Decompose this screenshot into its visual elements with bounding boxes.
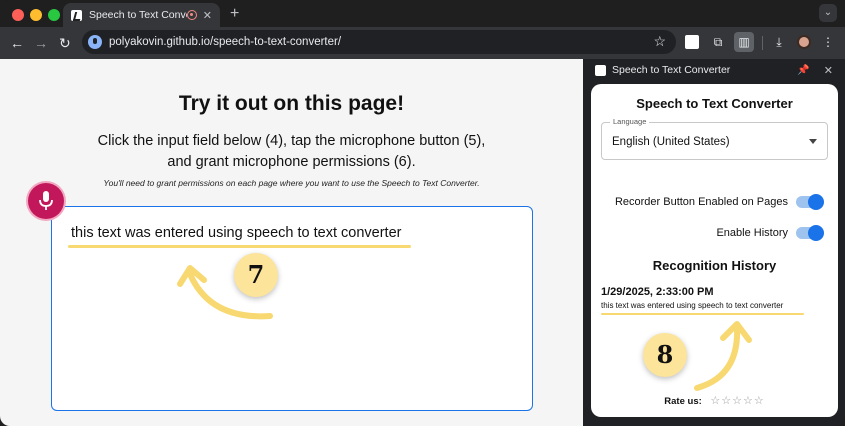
step-badge-7: 7 — [234, 253, 278, 297]
history-entry-time: 1/29/2025, 2:33:00 PM — [601, 286, 714, 298]
back-arrow-icon[interactable]: ← — [10, 34, 24, 52]
recorder-label: Recorder Button Enabled on Pages — [614, 196, 788, 208]
side-panel-header: Speech to Text Converter 📌 ✕ — [583, 59, 845, 81]
extension-card: Speech to Text Converter Language Englis… — [591, 84, 838, 417]
download-icon[interactable]: ⤓ — [772, 35, 786, 49]
browser-window: Speech to Text Converter ✕ + ⌄ ← → ↻ pol… — [0, 0, 845, 426]
tab-strip: Speech to Text Converter ✕ + ⌄ — [0, 0, 845, 27]
minimize-window-button[interactable] — [30, 9, 42, 21]
input-text: this text was entered using speech to te… — [71, 225, 402, 241]
microphone-button[interactable] — [28, 183, 64, 219]
page-heading: Try it out on this page! — [178, 92, 405, 115]
page-content: Try it out on this page! Click the input… — [0, 59, 583, 426]
highlight-underline — [68, 245, 411, 248]
recorder-toggle[interactable] — [796, 194, 824, 210]
microphone-icon — [39, 191, 53, 210]
profile-avatar[interactable] — [797, 35, 811, 49]
forward-arrow-icon[interactable]: → — [34, 34, 48, 52]
reload-icon[interactable]: ↻ — [59, 34, 71, 52]
extension-icon[interactable] — [685, 35, 699, 49]
history-toggle[interactable] — [796, 225, 824, 241]
recording-indicator-icon — [186, 10, 197, 20]
close-panel-icon[interactable]: ✕ — [824, 64, 833, 77]
tab-title: Speech to Text Converter — [89, 9, 187, 21]
toolbar: ← → ↻ polyakovin.github.io/speech-to-tex… — [0, 27, 845, 59]
url-text: polyakovin.github.io/speech-to-text-conv… — [109, 36, 342, 48]
history-label: Enable History — [716, 227, 788, 239]
instructions: Click the input field below (4), tap the… — [0, 131, 583, 173]
toolbar-divider — [762, 36, 763, 50]
history-title: Recognition History — [652, 258, 777, 273]
history-setting: Enable History — [716, 225, 824, 241]
close-window-button[interactable] — [12, 9, 24, 21]
bookmark-star-icon[interactable]: ☆ — [653, 33, 666, 50]
maximize-window-button[interactable] — [48, 9, 60, 21]
rating-stars[interactable]: ☆☆☆☆☆ — [710, 395, 764, 407]
extensions-puzzle-icon[interactable]: ⧉ — [711, 35, 725, 49]
demo-input-field[interactable]: this text was entered using speech to te… — [51, 206, 533, 411]
site-info-icon[interactable] — [88, 35, 102, 49]
history-entry-text[interactable]: this text was entered using speech to te… — [601, 301, 783, 310]
extension-favicon-icon — [595, 64, 606, 76]
side-panel-title: Speech to Text Converter — [612, 64, 731, 76]
tab-search-chevron-icon[interactable]: ⌄ — [819, 4, 837, 22]
recorder-setting: Recorder Button Enabled on Pages — [614, 194, 824, 210]
menu-kebab-icon[interactable]: ⋮ — [821, 35, 835, 49]
instructions-line-1: Click the input field below (4), tap the… — [97, 133, 486, 149]
permissions-note: You'll need to grant permissions on each… — [103, 178, 480, 188]
highlight-underline — [601, 313, 804, 315]
new-tab-icon[interactable]: + — [230, 5, 239, 23]
language-select[interactable]: Language English (United States) — [601, 117, 828, 160]
side-panel: Speech to Text Converter 📌 ✕ Speech to T… — [583, 59, 845, 426]
rate-label: Rate us: — [664, 396, 702, 407]
instructions-line-2: and grant microphone permissions (6). — [167, 154, 416, 170]
step-badge-8: 8 — [643, 333, 687, 377]
close-tab-icon[interactable]: ✕ — [203, 9, 212, 22]
card-title: Speech to Text Converter — [636, 96, 793, 111]
pin-icon[interactable]: 📌 — [797, 65, 809, 76]
tab-speech-to-text[interactable]: Speech to Text Converter ✕ — [63, 3, 220, 27]
rate-section: Rate us: ☆☆☆☆☆ — [591, 394, 838, 407]
language-label: Language — [610, 117, 650, 126]
dropdown-caret-icon — [809, 139, 817, 144]
address-bar[interactable]: polyakovin.github.io/speech-to-text-conv… — [82, 30, 676, 54]
curved-arrow-8-icon — [694, 321, 752, 391]
extension-favicon-icon — [71, 9, 82, 21]
language-value: English (United States) — [612, 136, 730, 148]
side-panel-icon[interactable]: ▥ — [734, 32, 754, 52]
